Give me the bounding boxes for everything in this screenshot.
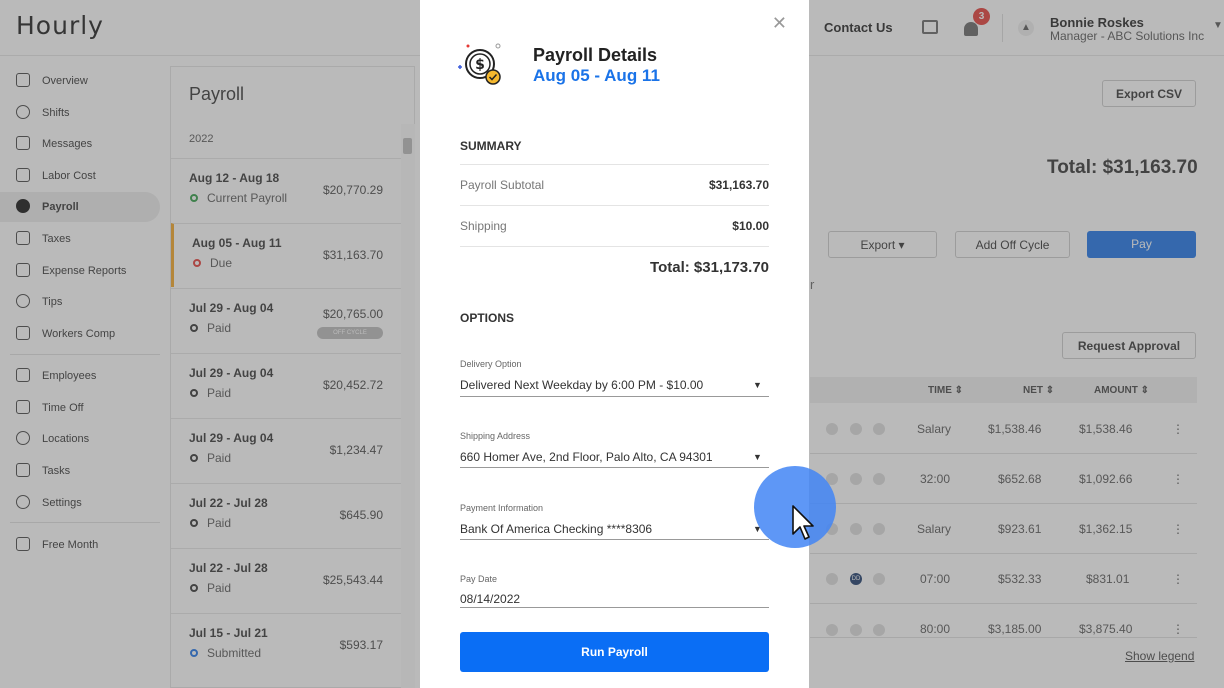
subtotal-value: $31,163.70	[708, 178, 769, 192]
mouse-pointer-icon	[792, 505, 814, 540]
delivery-option-label: Delivery Option	[460, 359, 522, 369]
modal-date-range: Aug 05 - Aug 11	[533, 66, 660, 85]
field-underline	[460, 539, 769, 540]
divider	[460, 164, 769, 165]
dropdown-arrow-icon[interactable]: ▼	[753, 380, 762, 390]
field-underline	[460, 607, 769, 608]
pay-date-label: Pay Date	[460, 574, 498, 584]
field-underline	[460, 396, 769, 397]
delivery-option-select[interactable]: Delivered Next Weekday by 6:00 PM - $10.…	[460, 378, 703, 392]
svg-text:$: $	[475, 57, 485, 73]
shipping-address-label: Shipping Address	[460, 431, 531, 441]
shipping-value: $10.00	[732, 219, 769, 233]
close-icon[interactable]: ✕	[772, 13, 787, 34]
payroll-coin-icon: $	[458, 43, 501, 85]
shipping-address-select[interactable]: 660 Homer Ave, 2nd Floor, Palo Alto, CA …	[460, 450, 713, 464]
payroll-details-modal: ✕ $ Payroll Details Aug 05 - Aug 11 SUMM…	[420, 0, 809, 688]
dropdown-arrow-icon[interactable]: ▼	[753, 452, 762, 462]
modal-title: Payroll Details	[533, 45, 658, 65]
modal-total: Total: $31,173.70	[650, 259, 769, 276]
field-underline	[460, 467, 769, 468]
divider	[460, 246, 769, 247]
run-payroll-button[interactable]: Run Payroll	[460, 632, 769, 672]
payment-information-select[interactable]: Bank Of America Checking ****8306	[460, 522, 652, 536]
divider	[460, 205, 769, 206]
payment-information-label: Payment Information	[460, 503, 544, 513]
shipping-label: Shipping	[460, 219, 507, 233]
summary-heading: SUMMARY	[460, 139, 522, 153]
pay-date-input[interactable]: 08/14/2022	[460, 592, 520, 606]
options-heading: OPTIONS	[460, 311, 515, 325]
subtotal-label: Payroll Subtotal	[460, 178, 545, 192]
